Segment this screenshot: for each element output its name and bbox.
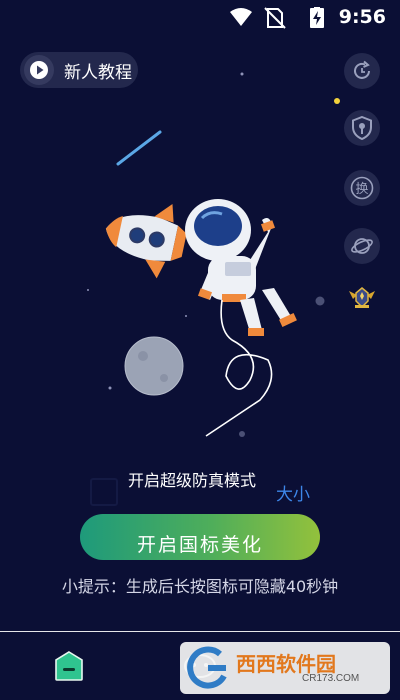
planet-button[interactable] (344, 228, 380, 264)
tip-text: 小提示：生成后长按图标可隐藏40秒钟 (61, 577, 339, 596)
planet-icon (351, 238, 373, 254)
tutorial-button[interactable]: 新人教程 (20, 52, 138, 88)
refresh-icon (354, 60, 370, 79)
home-tab-icon (55, 651, 83, 681)
shield-lock-icon (352, 116, 372, 140)
moon (124, 336, 184, 396)
simulation-mode-checkbox[interactable] (90, 478, 118, 506)
rank-badge-button[interactable] (344, 280, 380, 316)
protect-button[interactable] (344, 110, 380, 146)
enable-beautify-button[interactable]: 开启国标美化 (80, 514, 320, 560)
rank-badge-icon (349, 287, 375, 309)
svg-text:换: 换 (355, 182, 368, 197)
simulation-mode-row: 开启超级防真模式 大小 (90, 470, 350, 516)
bottom-nav: 西西软件园 CR173.COM (0, 632, 400, 700)
comet (116, 130, 162, 166)
watermark-logo-icon (187, 646, 227, 689)
switch-button[interactable]: 换 (344, 170, 380, 206)
switch-icon: 换 (350, 176, 374, 200)
tutorial-label: 新人教程 (64, 62, 132, 83)
home-tab[interactable] (54, 650, 84, 682)
size-link[interactable]: 大小 (276, 480, 310, 505)
watermark-site: CR173.COM (302, 673, 360, 684)
rocket (105, 203, 187, 279)
astronaut (185, 199, 297, 437)
enable-beautify-label: 开启国标美化 (136, 534, 263, 556)
watermark: 西西软件园 CR173.COM (180, 642, 390, 694)
refresh-button[interactable] (344, 53, 380, 89)
play-icon (24, 55, 54, 85)
simulation-mode-label: 开启超级防真模式 (128, 471, 257, 490)
